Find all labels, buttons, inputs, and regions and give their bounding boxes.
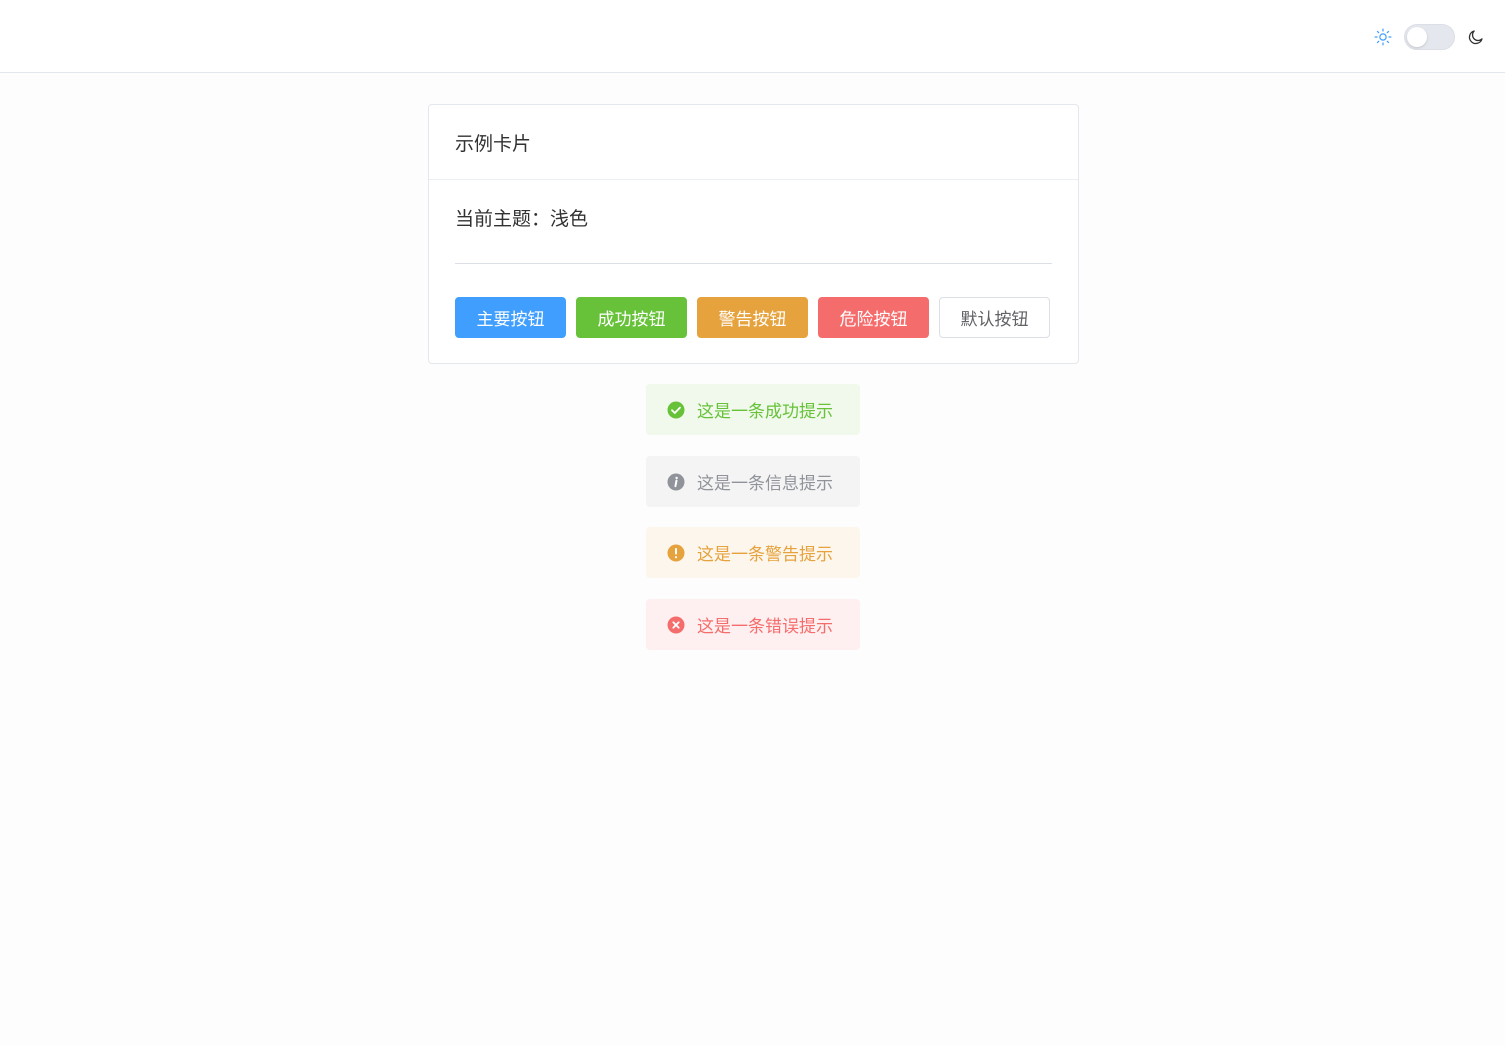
current-theme-text: 当前主题：浅色 <box>455 208 589 230</box>
sun-icon <box>1374 28 1392 46</box>
warning-button[interactable]: 警告按钮 <box>697 297 808 338</box>
info-circle-icon <box>667 473 685 490</box>
check-circle-icon <box>667 401 685 418</box>
warning-circle-icon <box>667 544 685 561</box>
card-header: 示例卡片 <box>429 105 1078 180</box>
theme-toggle[interactable] <box>1404 24 1455 50</box>
alert-text: 这是一条错误提示 <box>697 617 833 637</box>
success-alert: 这是一条成功提示 <box>646 384 860 435</box>
card-body: 当前主题：浅色 主要按钮 成功按钮 警告按钮 危险按钮 默认按钮 <box>429 180 1078 338</box>
toggle-knob <box>1407 27 1427 47</box>
error-alert: 这是一条错误提示 <box>646 599 860 650</box>
top-bar <box>0 0 1505 73</box>
example-card: 示例卡片 当前主题：浅色 主要按钮 成功按钮 警告按钮 危险按钮 默认按钮 <box>428 104 1079 364</box>
close-circle-icon <box>667 616 685 633</box>
button-row: 主要按钮 成功按钮 警告按钮 危险按钮 默认按钮 <box>455 297 1052 338</box>
alert-text: 这是一条信息提示 <box>697 474 833 494</box>
divider <box>455 263 1052 264</box>
success-button[interactable]: 成功按钮 <box>576 297 687 338</box>
default-button[interactable]: 默认按钮 <box>939 297 1050 338</box>
moon-icon <box>1468 30 1483 45</box>
primary-button[interactable]: 主要按钮 <box>455 297 566 338</box>
theme-switch <box>1374 24 1485 50</box>
card-title: 示例卡片 <box>455 132 532 155</box>
info-alert: 这是一条信息提示 <box>646 456 860 507</box>
alert-text: 这是一条成功提示 <box>697 402 833 422</box>
alert-text: 这是一条警告提示 <box>697 545 833 565</box>
warning-alert: 这是一条警告提示 <box>646 527 860 578</box>
danger-button[interactable]: 危险按钮 <box>818 297 929 338</box>
